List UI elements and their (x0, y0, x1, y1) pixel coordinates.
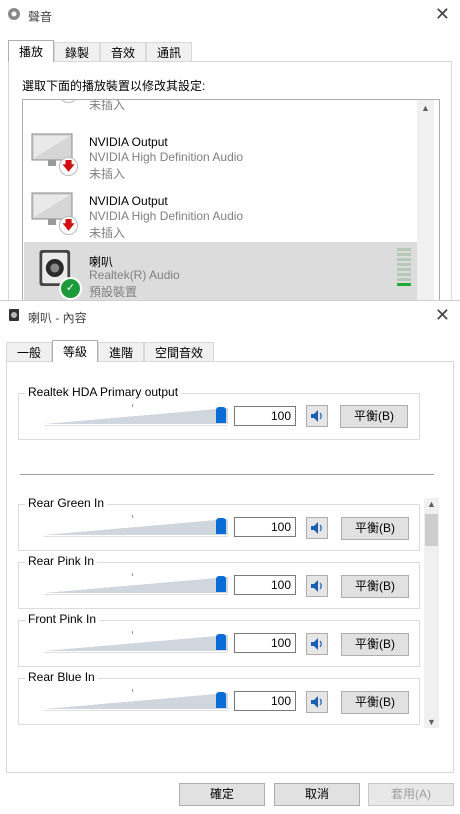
channel-speaker-icon[interactable] (306, 575, 328, 597)
channel-volume-value[interactable]: 100 (234, 691, 296, 711)
device-status: 預設裝置 (89, 285, 138, 299)
primary-balance-button[interactable]: 平衡(B) (340, 405, 408, 428)
primary-volume-value[interactable]: 100 (234, 406, 296, 426)
unplugged-badge-icon: 🡇 (59, 100, 78, 103)
channel-volume-slider[interactable] (44, 515, 228, 541)
device-description: NVIDIA High Definition Audio (89, 150, 244, 164)
channel-volume-slider[interactable] (44, 573, 228, 599)
scrollbar-thumb[interactable] (425, 514, 438, 546)
slider-thumb[interactable] (216, 634, 226, 650)
properties-titlebar: 喇叭 - 內容 ✕ (0, 301, 460, 331)
default-check-badge-icon: ✓ (59, 277, 82, 300)
sound-tabs: 播放 錄製 音效 通訊 (8, 40, 193, 62)
sound-titlebar: 聲音 ✕ (0, 0, 460, 30)
device-item[interactable]: 🡇 未插入 (24, 99, 417, 113)
slider-thumb[interactable] (216, 576, 226, 592)
scroll-down-icon[interactable]: ▼ (427, 717, 436, 727)
channel-speaker-icon[interactable] (306, 691, 328, 713)
scroll-up-icon[interactable]: ▲ (421, 103, 430, 113)
properties-close-icon[interactable]: ✕ (435, 305, 450, 325)
apply-button[interactable]: 套用(A) (368, 783, 454, 806)
channel-balance-button[interactable]: 平衡(B) (341, 633, 409, 656)
tab-spatial-sound[interactable]: 空間音效 (144, 342, 215, 362)
channel-balance-button[interactable]: 平衡(B) (341, 691, 409, 714)
speaker-app-icon (7, 308, 21, 322)
sound-app-icon (7, 7, 21, 21)
unplugged-badge-icon: 🡇 (59, 157, 78, 176)
channel-speaker-icon[interactable] (306, 633, 328, 655)
tab-communications[interactable]: 通訊 (146, 42, 193, 62)
device-status: 未插入 (89, 99, 126, 112)
separator (20, 474, 434, 475)
device-name: NVIDIA Output (89, 194, 168, 208)
cancel-button[interactable]: 取消 (274, 783, 360, 806)
device-item-speakers[interactable]: ✓ 喇叭 Realtek(R) Audio 預設裝置 (24, 242, 417, 300)
playback-device-list[interactable]: 🡇 未插入 🡇 NVIDIA Output NVIDIA High Defini… (22, 99, 440, 300)
sound-close-icon[interactable]: ✕ (435, 4, 450, 24)
device-description: Realtek(R) Audio (89, 268, 180, 282)
tab-levels[interactable]: 等級 (52, 340, 99, 362)
device-status: 未插入 (89, 167, 126, 181)
channel-balance-button[interactable]: 平衡(B) (341, 575, 409, 598)
device-status: 未插入 (89, 226, 126, 240)
tab-playback[interactable]: 播放 (8, 40, 55, 62)
channel-label: Rear Green In (25, 496, 108, 510)
slider-thumb[interactable] (216, 518, 226, 534)
device-name: NVIDIA Output (89, 135, 168, 149)
channel-label: Rear Blue In (25, 670, 98, 684)
primary-speaker-icon[interactable] (306, 405, 328, 427)
slider-thumb[interactable] (216, 692, 226, 708)
tab-recording[interactable]: 錄製 (54, 42, 101, 62)
device-list-scrollbar[interactable]: ▲ (417, 100, 434, 300)
channel-volume-value[interactable]: 100 (234, 575, 296, 595)
channel-volume-slider[interactable] (44, 631, 228, 657)
device-description: NVIDIA High Definition Audio (89, 209, 244, 223)
playback-instruction: 選取下面的播放裝置以修改其設定: (22, 79, 206, 93)
channel-speaker-icon[interactable] (306, 517, 328, 539)
channel-volume-slider[interactable] (44, 689, 228, 715)
channel-label: Front Pink In (25, 612, 100, 626)
levels-scrollbar[interactable]: ▲ ▼ (424, 498, 439, 728)
channel-balance-button[interactable]: 平衡(B) (341, 517, 409, 540)
tab-sounds[interactable]: 音效 (100, 42, 147, 62)
ok-button[interactable]: 確定 (179, 783, 265, 806)
tab-advanced[interactable]: 進階 (98, 342, 145, 362)
device-item[interactable]: 🡇 NVIDIA Output NVIDIA High Definition A… (24, 183, 417, 241)
tab-general[interactable]: 一般 (6, 342, 53, 362)
properties-window-title: 喇叭 - 內容 (28, 311, 87, 325)
device-item[interactable]: 🡇 NVIDIA Output NVIDIA High Definition A… (24, 124, 417, 182)
properties-tabs: 一般 等級 進階 空間音效 (6, 340, 215, 362)
sound-window-title: 聲音 (28, 10, 53, 24)
primary-volume-slider[interactable] (44, 404, 228, 430)
channel-volume-value[interactable]: 100 (234, 633, 296, 653)
channel-volume-value[interactable]: 100 (234, 517, 296, 537)
slider-thumb[interactable] (216, 407, 226, 423)
primary-output-label: Realtek HDA Primary output (25, 385, 182, 399)
channel-label: Rear Pink In (25, 554, 98, 568)
unplugged-badge-icon: 🡇 (59, 216, 78, 235)
scroll-up-icon[interactable]: ▲ (427, 499, 436, 509)
level-meter (397, 248, 411, 288)
